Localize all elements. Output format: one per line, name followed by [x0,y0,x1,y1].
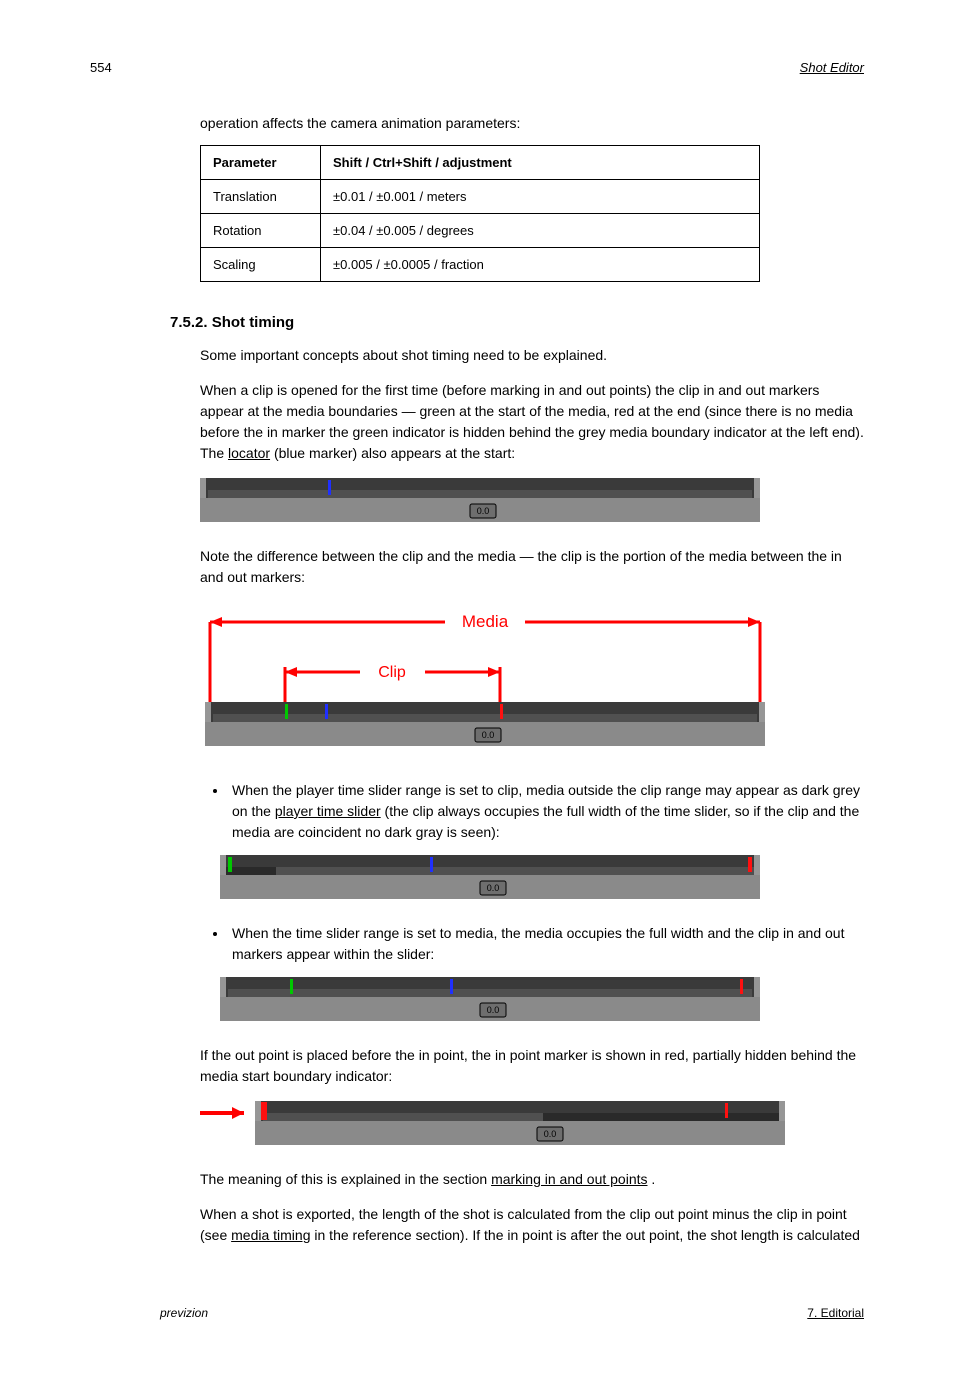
inline-link[interactable]: locator [228,445,270,461]
cell-value: ±0.01 / ±0.001 / meters [321,180,760,214]
section-heading: 7.5.2. Shot timing [170,314,864,331]
timecode-label: 0.0 [487,1005,500,1015]
paragraph: If the out point is placed before the in… [200,1045,864,1087]
cell-param: Scaling [201,248,321,282]
figure-range-clip: 0.0 [220,855,864,905]
inline-link[interactable]: player time slider [275,803,381,819]
page-number: 554 [90,60,112,75]
paragraph: When a shot is exported, the length of t… [200,1204,864,1246]
figure-in-after-out: 0.0 [200,1101,864,1151]
figure-media-vs-clip: Media Clip 0.0 [200,602,864,762]
text: in the reference section). If the in poi… [314,1227,860,1243]
footer-chapter: 7. Editorial [807,1306,864,1320]
footer-product: previzion [160,1306,208,1320]
list-item: When the player time slider range is set… [228,780,864,843]
timecode-label: 0.0 [477,506,490,516]
cell-param: Translation [201,180,321,214]
text: The meaning of this is explained in the … [200,1171,491,1187]
timecode-label: 0.0 [482,730,495,740]
cell-value: ±0.04 / ±0.005 / degrees [321,214,760,248]
cell-param: Rotation [201,214,321,248]
figure-range-media: 0.0 [220,977,864,1027]
parameter-table: Parameter Shift / Ctrl+Shift / adjustmen… [200,145,760,282]
table-row: Scaling ±0.005 / ±0.0005 / fraction [201,248,760,282]
paragraph: Some important concepts about shot timin… [200,345,864,366]
inline-link[interactable]: marking in and out points [491,1171,647,1187]
table-header-parameter: Parameter [201,146,321,180]
lead-paragraph: operation affects the camera animation p… [200,115,864,131]
figure-slider-initial: 0.0 [200,478,864,528]
timecode-label: 0.0 [544,1129,557,1139]
cell-value: ±0.005 / ±0.0005 / fraction [321,248,760,282]
paragraph: When a clip is opened for the first time… [200,380,864,464]
page-header-title: Shot Editor [800,60,864,75]
table-row: Rotation ±0.04 / ±0.005 / degrees [201,214,760,248]
timecode-label: 0.0 [487,883,500,893]
text: (blue marker) also appears at the start: [274,445,515,461]
paragraph: Note the difference between the clip and… [200,546,864,588]
inline-link[interactable]: media timing [231,1227,310,1243]
media-label: Media [462,612,509,631]
clip-label: Clip [378,664,406,681]
list-item: When the time slider range is set to med… [228,923,864,965]
paragraph: The meaning of this is explained in the … [200,1169,864,1190]
table-header-adjust: Shift / Ctrl+Shift / adjustment [321,146,760,180]
text: . [651,1171,655,1187]
table-row: Translation ±0.01 / ±0.001 / meters [201,180,760,214]
